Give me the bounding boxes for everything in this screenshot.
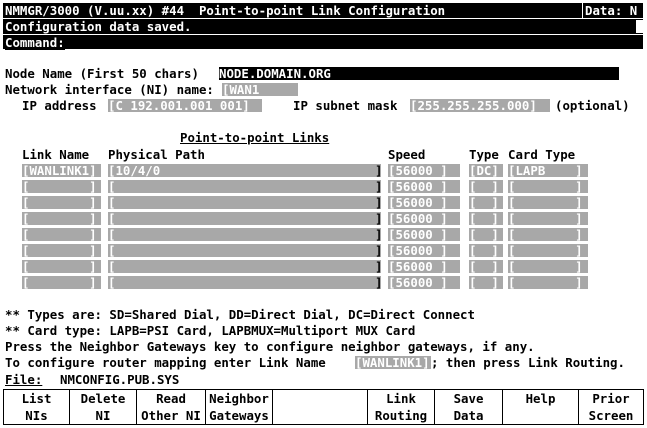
ip-subnet-mask-field[interactable]: [255.255.255.000]: [410, 99, 550, 112]
card-type-field[interactable]: [ ]: [508, 196, 588, 209]
card-type-field[interactable]: [ ]: [508, 244, 588, 257]
blank-function-key[interactable]: [272, 389, 368, 425]
help-button[interactable]: Help: [502, 389, 579, 425]
physical-path-field[interactable]: [10/4/0: [108, 164, 381, 177]
save-data-button[interactable]: Save Data: [434, 389, 503, 425]
type-field[interactable]: [ ]: [469, 276, 503, 289]
physical-path-close: ]: [375, 244, 383, 257]
type-field[interactable]: [DC]: [469, 164, 503, 177]
file-label: File:: [5, 372, 43, 387]
card-type-field[interactable]: [ ]: [508, 260, 588, 273]
speed-field[interactable]: [56000 ]: [388, 180, 460, 193]
card-type-field[interactable]: [ ]: [508, 276, 588, 289]
card-type-help-text: ** Card type: LAPB=PSI Card, LAPBMUX=Mul…: [5, 323, 416, 338]
type-field[interactable]: [ ]: [469, 244, 503, 257]
type-field[interactable]: [ ]: [469, 260, 503, 273]
physical-path-close: ]: [375, 180, 383, 193]
ip-address-label: IP address: [22, 98, 97, 113]
speed-field[interactable]: [56000 ]: [388, 260, 460, 273]
links-section-title: Point-to-point Links: [180, 130, 330, 145]
physical-path-field[interactable]: [: [108, 276, 381, 289]
types-help-text: ** Types are: SD=Shared Dial, DD=Direct …: [5, 307, 475, 322]
speed-field[interactable]: [56000 ]: [388, 228, 460, 241]
router-help-text-end: ; then press Link Routing.: [431, 355, 625, 370]
status-message: Configuration data saved.: [5, 19, 192, 34]
link-name-field[interactable]: [ ]: [22, 212, 101, 225]
physical-path-field[interactable]: [: [108, 212, 381, 225]
ip-address-field[interactable]: [C 192.001.001 001]: [108, 99, 262, 112]
node-name-label: Node Name (First 50 chars): [5, 66, 199, 81]
file-name: NMCONFIG.PUB.SYS: [60, 372, 180, 387]
link-routing-button[interactable]: Link Routing: [367, 389, 435, 425]
card-type-field[interactable]: [ ]: [508, 180, 588, 193]
screen-title: NMMGR/3000 (V.uu.xx) #44 Point-to-point …: [5, 3, 446, 18]
column-link-name: Link Name: [22, 147, 90, 162]
link-name-field[interactable]: [WANLINK1]: [22, 164, 101, 177]
link-name-field[interactable]: [ ]: [22, 196, 101, 209]
physical-path-close: ]: [375, 260, 383, 273]
column-type: Type: [469, 147, 499, 162]
type-field[interactable]: [ ]: [469, 212, 503, 225]
router-help-text: To configure router mapping enter Link N…: [5, 355, 326, 370]
link-name-field[interactable]: [ ]: [22, 228, 101, 241]
type-field[interactable]: [ ]: [469, 228, 503, 241]
speed-field[interactable]: [56000 ]: [388, 276, 460, 289]
link-name-field[interactable]: [ ]: [22, 244, 101, 257]
command-input[interactable]: [70, 36, 634, 50]
node-name-field[interactable]: NODE.DOMAIN.ORG: [219, 67, 619, 80]
link-name-field[interactable]: [ ]: [22, 260, 101, 273]
column-physical-path: Physical Path: [108, 147, 205, 162]
link-name-field[interactable]: [ ]: [22, 180, 101, 193]
column-card-type: Card Type: [508, 147, 576, 162]
speed-field[interactable]: [56000 ]: [388, 164, 460, 177]
physical-path-field[interactable]: [: [108, 180, 381, 193]
physical-path-field[interactable]: [: [108, 196, 381, 209]
physical-path-field[interactable]: [: [108, 228, 381, 241]
neighbor-gateways-button[interactable]: Neighbor Gateways: [205, 389, 273, 425]
data-flag: Data: N: [582, 3, 638, 18]
link-name-field[interactable]: [ ]: [22, 276, 101, 289]
card-type-field[interactable]: [ ]: [508, 212, 588, 225]
command-label: Command:: [5, 35, 65, 50]
cursor-block: [636, 20, 643, 33]
speed-field[interactable]: [56000 ]: [388, 244, 460, 257]
ip-subnet-mask-label: IP subnet mask: [293, 98, 398, 113]
physical-path-close: ]: [375, 228, 383, 241]
physical-path-field[interactable]: [: [108, 260, 381, 273]
neighbor-help-text: Press the Neighbor Gateways key to confi…: [5, 339, 535, 354]
list-nis-button[interactable]: List NIs: [3, 389, 70, 425]
ni-name-field[interactable]: [WAN1 ]: [222, 83, 298, 96]
ni-name-label: Network interface (NI) name:: [5, 82, 214, 97]
card-type-field[interactable]: [LAPB ]: [508, 164, 588, 177]
type-field[interactable]: [ ]: [469, 196, 503, 209]
physical-path-close: ]: [375, 212, 383, 225]
delete-ni-button[interactable]: Delete NI: [69, 389, 137, 425]
read-other-ni-button[interactable]: Read Other NI: [136, 389, 206, 425]
speed-field[interactable]: [56000 ]: [388, 212, 460, 225]
physical-path-field[interactable]: [: [108, 244, 381, 257]
prior-screen-button[interactable]: Prior Screen: [578, 389, 644, 425]
speed-field[interactable]: [56000 ]: [388, 196, 460, 209]
optional-label: (optional): [555, 98, 630, 113]
physical-path-close: ]: [375, 164, 383, 177]
type-field[interactable]: [ ]: [469, 180, 503, 193]
card-type-field[interactable]: [ ]: [508, 228, 588, 241]
column-speed: Speed: [388, 147, 426, 162]
router-link-name-field[interactable]: [WANLINK1]: [355, 356, 431, 369]
physical-path-close: ]: [375, 276, 383, 289]
physical-path-close: ]: [375, 196, 383, 209]
